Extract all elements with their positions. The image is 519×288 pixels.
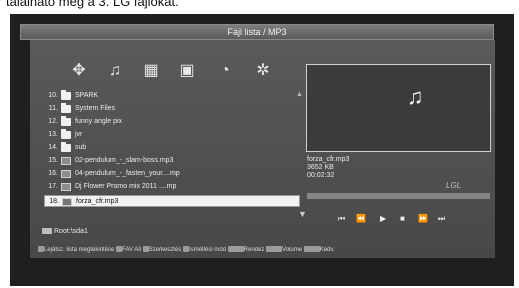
legend-label: Ismétlési mód: [188, 247, 226, 253]
list-item[interactable]: 14. sub: [44, 142, 300, 154]
caption-text: található meg a 3. LG fájlokat.: [6, 0, 179, 9]
prev-track-icon[interactable]: ⏮: [338, 213, 345, 225]
text-icon[interactable]: ◔: [212, 60, 238, 82]
button-legend: Lejátsz. lista megtekintése FAV All Szer…: [38, 245, 488, 255]
folder-icon: [61, 129, 71, 139]
item-name: funny angle pix: [75, 118, 123, 125]
preview-pane: [306, 64, 491, 152]
play-icon[interactable]: ▶: [380, 213, 386, 225]
track-info: forza_cfr.mp3 3652 KB 00:02:32: [307, 156, 349, 180]
folder-icon: [61, 90, 71, 100]
item-number: 13.: [48, 131, 58, 138]
legend-label: Lejátsz. lista megtekintése: [44, 247, 115, 253]
root-path-label: Root:\sda1: [54, 228, 88, 235]
progress-bar[interactable]: [307, 193, 490, 199]
track-size: 3652 KB: [307, 164, 334, 171]
list-item[interactable]: 13. jvr: [44, 129, 300, 141]
fast-forward-icon[interactable]: ⏩: [418, 213, 428, 225]
item-number: 18.: [49, 198, 59, 205]
item-name: forza_cfr.mp3: [76, 198, 119, 205]
window-title: Fájl lista / MP3: [20, 24, 494, 40]
brand-logo: LGL: [446, 181, 462, 190]
music-note-icon: ♫: [407, 84, 424, 109]
list-item[interactable]: 11. System Files: [44, 103, 300, 115]
item-number: 10.: [48, 92, 58, 99]
photo-icon[interactable]: ▣: [174, 60, 200, 82]
item-name: SPARK: [75, 92, 99, 99]
item-name: 04-pendulum_-_fasten_your....mp: [75, 170, 180, 177]
item-name: 02-pendulum_-_slam-boss.mp3: [75, 157, 174, 164]
legend-label: Volume: [282, 247, 303, 253]
legend-label: Rendez: [243, 247, 265, 253]
item-number: 12.: [48, 118, 58, 125]
music-icon[interactable]: ♫: [102, 60, 128, 82]
folder-icon: [61, 142, 71, 152]
list-item[interactable]: 15. 02-pendulum_-_slam-boss.mp3: [44, 155, 300, 167]
list-item[interactable]: 17. Dj Flower Promo mix 2011 ....mp: [44, 181, 300, 193]
item-name: System Files: [75, 105, 116, 112]
all-files-icon[interactable]: ✥: [66, 60, 92, 82]
track-time: 00:02:32: [307, 172, 335, 179]
item-number: 14.: [48, 144, 58, 151]
folder-icon: [61, 103, 71, 113]
key-icon: [266, 246, 283, 253]
list-item[interactable]: 12. funny angle pix: [44, 116, 300, 128]
playback-controls: ⏮ ⏪ ▶ ■ ⏩ ⏭: [338, 213, 458, 225]
item-name: Dj Flower Promo mix 2011 ....mp: [75, 183, 177, 190]
item-number: 16.: [48, 170, 58, 177]
legend-label: FAV All: [122, 247, 141, 253]
list-item[interactable]: 16. 04-pendulum_-_fasten_your....mp: [44, 168, 300, 180]
usb-icon: [42, 228, 52, 235]
settings-icon[interactable]: ✲: [250, 60, 276, 82]
item-number: 15.: [48, 157, 58, 164]
item-number: 17.: [48, 183, 58, 190]
scroll-up-icon[interactable]: ▲: [296, 91, 303, 98]
rewind-icon[interactable]: ⏪: [356, 213, 366, 225]
next-track-icon[interactable]: ⏭: [438, 213, 445, 225]
scroll-down-icon[interactable]: ▼: [298, 209, 307, 219]
mp3-file-icon: [61, 183, 71, 191]
key-icon: [227, 246, 244, 253]
item-name: sub: [75, 144, 87, 151]
mp3-file-icon: [61, 157, 71, 165]
mp3-file-icon: [62, 198, 72, 206]
legend-label: Kedv.: [319, 247, 335, 253]
video-icon[interactable]: ▦: [138, 60, 164, 82]
track-filename: forza_cfr.mp3: [307, 156, 350, 163]
list-item-selected[interactable]: 18. forza_cfr.mp3: [44, 195, 300, 207]
mp3-file-icon: [61, 170, 71, 178]
filter-icon-bar: ✥ ♫ ▦ ▣ ◔ ✲: [66, 60, 296, 86]
folder-icon: [61, 116, 71, 126]
list-item[interactable]: 10. SPARK: [44, 90, 300, 102]
item-number: 11.: [48, 105, 58, 112]
root-path: Root:\sda1: [42, 228, 88, 235]
item-name: jvr: [75, 131, 83, 138]
legend-label: Szerkesztés: [148, 247, 182, 253]
key-icon: [303, 246, 320, 253]
stop-icon[interactable]: ■: [400, 213, 405, 225]
